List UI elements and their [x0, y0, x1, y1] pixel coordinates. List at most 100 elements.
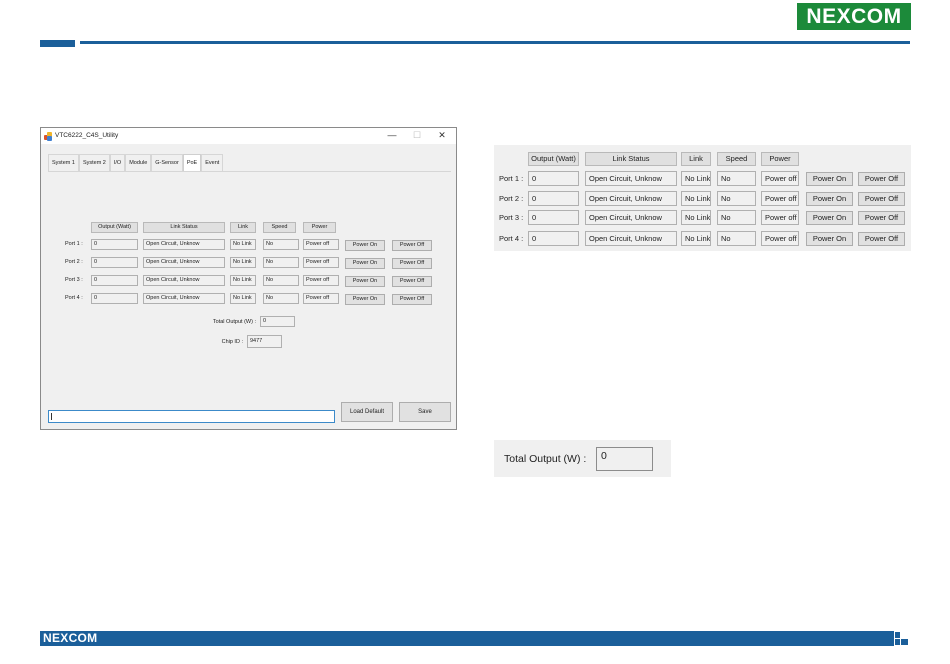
- status-field[interactable]: [48, 410, 335, 423]
- tab-strip: System 1 System 2 I/O Module G-Sensor Po…: [48, 154, 224, 171]
- power-on-button[interactable]: Power On: [806, 172, 853, 186]
- output-field[interactable]: 0: [91, 239, 138, 250]
- link-status-field[interactable]: Open Circuit, Unknow: [143, 275, 225, 286]
- header-output: Output (Watt): [91, 222, 138, 233]
- link-field[interactable]: No Link: [681, 231, 711, 246]
- power-on-button[interactable]: Power On: [345, 294, 385, 305]
- tab-io[interactable]: I/O: [109, 154, 126, 171]
- power-off-button[interactable]: Power Off: [858, 232, 905, 246]
- power-on-button[interactable]: Power On: [345, 258, 385, 269]
- header-link-status: Link Status: [585, 152, 677, 166]
- power-off-button[interactable]: Power Off: [858, 211, 905, 225]
- port-label: Port 2 :: [499, 194, 524, 203]
- speed-field[interactable]: No: [717, 191, 756, 206]
- link-field[interactable]: No Link: [230, 275, 256, 286]
- header-speed: Speed: [717, 152, 756, 166]
- total-output-field[interactable]: 0: [260, 316, 295, 327]
- total-output-field[interactable]: 0: [596, 447, 653, 471]
- power-off-button[interactable]: Power Off: [392, 258, 432, 269]
- header-speed: Speed: [263, 222, 296, 233]
- page-corner-icon: [894, 631, 910, 646]
- power-off-button[interactable]: Power Off: [392, 240, 432, 251]
- load-default-button[interactable]: Load Default: [341, 402, 393, 422]
- port-label: Port 4 :: [499, 234, 524, 243]
- speed-field[interactable]: No: [263, 275, 299, 286]
- port-label: Port 3 :: [65, 277, 83, 283]
- nexcom-logo: NEXCOM: [797, 3, 911, 30]
- link-field[interactable]: No Link: [681, 210, 711, 225]
- link-status-field[interactable]: Open Circuit, Unknow: [143, 239, 225, 250]
- power-field[interactable]: Power off: [761, 210, 799, 225]
- tab-event[interactable]: Event: [201, 154, 224, 171]
- speed-field[interactable]: No: [717, 231, 756, 246]
- speed-field[interactable]: No: [263, 293, 299, 304]
- link-status-field[interactable]: Open Circuit, Unknow: [143, 257, 225, 268]
- power-field[interactable]: Power off: [761, 171, 799, 186]
- chip-id-label: Chip ID :: [221, 339, 243, 345]
- port-label: Port 2 :: [65, 259, 83, 265]
- header-link: Link: [230, 222, 256, 233]
- maximize-icon[interactable]: ☐: [405, 128, 429, 144]
- output-field[interactable]: 0: [91, 293, 138, 304]
- speed-field[interactable]: No: [717, 210, 756, 225]
- power-field[interactable]: Power off: [303, 239, 339, 250]
- power-off-button[interactable]: Power Off: [392, 294, 432, 305]
- total-output-label: Total Output (W) :: [504, 453, 587, 465]
- link-field[interactable]: No Link: [230, 293, 256, 304]
- minimize-icon[interactable]: —: [380, 128, 404, 144]
- power-field[interactable]: Power off: [761, 231, 799, 246]
- power-on-button[interactable]: Power On: [806, 232, 853, 246]
- output-field[interactable]: 0: [528, 171, 579, 186]
- link-status-field[interactable]: Open Circuit, Unknow: [585, 231, 677, 246]
- tab-poe[interactable]: PoE: [182, 154, 202, 171]
- power-on-button[interactable]: Power On: [345, 240, 385, 251]
- header-power: Power: [303, 222, 336, 233]
- power-on-button[interactable]: Power On: [806, 192, 853, 206]
- tab-module[interactable]: Module: [125, 154, 152, 171]
- text-caret: [51, 413, 52, 420]
- footer-bar: NEXCOM: [40, 631, 910, 646]
- manual-page: NEXCOM VTC6222_C4S_Utility — ☐ ✕ System …: [0, 0, 950, 664]
- app-icon: [44, 132, 52, 141]
- tab-system-2[interactable]: System 2: [78, 154, 110, 171]
- link-field[interactable]: No Link: [681, 171, 711, 186]
- port-label: Port 1 :: [65, 241, 83, 247]
- power-off-button[interactable]: Power Off: [858, 172, 905, 186]
- link-status-field[interactable]: Open Circuit, Unknow: [585, 191, 677, 206]
- close-icon[interactable]: ✕: [430, 128, 454, 144]
- footer-logo: NEXCOM: [43, 631, 98, 645]
- port-label: Port 4 :: [65, 295, 83, 301]
- power-field[interactable]: Power off: [761, 191, 799, 206]
- save-button[interactable]: Save: [399, 402, 451, 422]
- power-on-button[interactable]: Power On: [345, 276, 385, 287]
- tab-g-sensor[interactable]: G-Sensor: [151, 154, 183, 171]
- power-on-button[interactable]: Power On: [806, 211, 853, 225]
- zoom-total-output: Total Output (W) : 0: [494, 440, 671, 477]
- tab-system-1[interactable]: System 1: [48, 154, 79, 171]
- window-title: VTC6222_C4S_Utility: [55, 132, 119, 139]
- output-field[interactable]: 0: [528, 191, 579, 206]
- power-off-button[interactable]: Power Off: [858, 192, 905, 206]
- speed-field[interactable]: No: [263, 257, 299, 268]
- port-label: Port 1 :: [499, 174, 524, 183]
- power-field[interactable]: Power off: [303, 257, 339, 268]
- speed-field[interactable]: No: [263, 239, 299, 250]
- zoom-poe-panel: Output (Watt) Link Status Link Speed Pow…: [494, 145, 911, 251]
- output-field[interactable]: 0: [91, 257, 138, 268]
- power-field[interactable]: Power off: [303, 293, 339, 304]
- link-field[interactable]: No Link: [230, 239, 256, 250]
- power-field[interactable]: Power off: [303, 275, 339, 286]
- output-field[interactable]: 0: [528, 231, 579, 246]
- speed-field[interactable]: No: [717, 171, 756, 186]
- output-field[interactable]: 0: [91, 275, 138, 286]
- link-field[interactable]: No Link: [230, 257, 256, 268]
- power-off-button[interactable]: Power Off: [392, 276, 432, 287]
- link-status-field[interactable]: Open Circuit, Unknow: [585, 210, 677, 225]
- link-field[interactable]: No Link: [681, 191, 711, 206]
- output-field[interactable]: 0: [528, 210, 579, 225]
- link-status-field[interactable]: Open Circuit, Unknow: [143, 293, 225, 304]
- poe-panel: Output (Watt) Link Status Link Speed Pow…: [48, 171, 451, 403]
- link-status-field[interactable]: Open Circuit, Unknow: [585, 171, 677, 186]
- logo-text: NEXCOM: [806, 4, 902, 28]
- chip-id-field[interactable]: 9477: [247, 335, 282, 348]
